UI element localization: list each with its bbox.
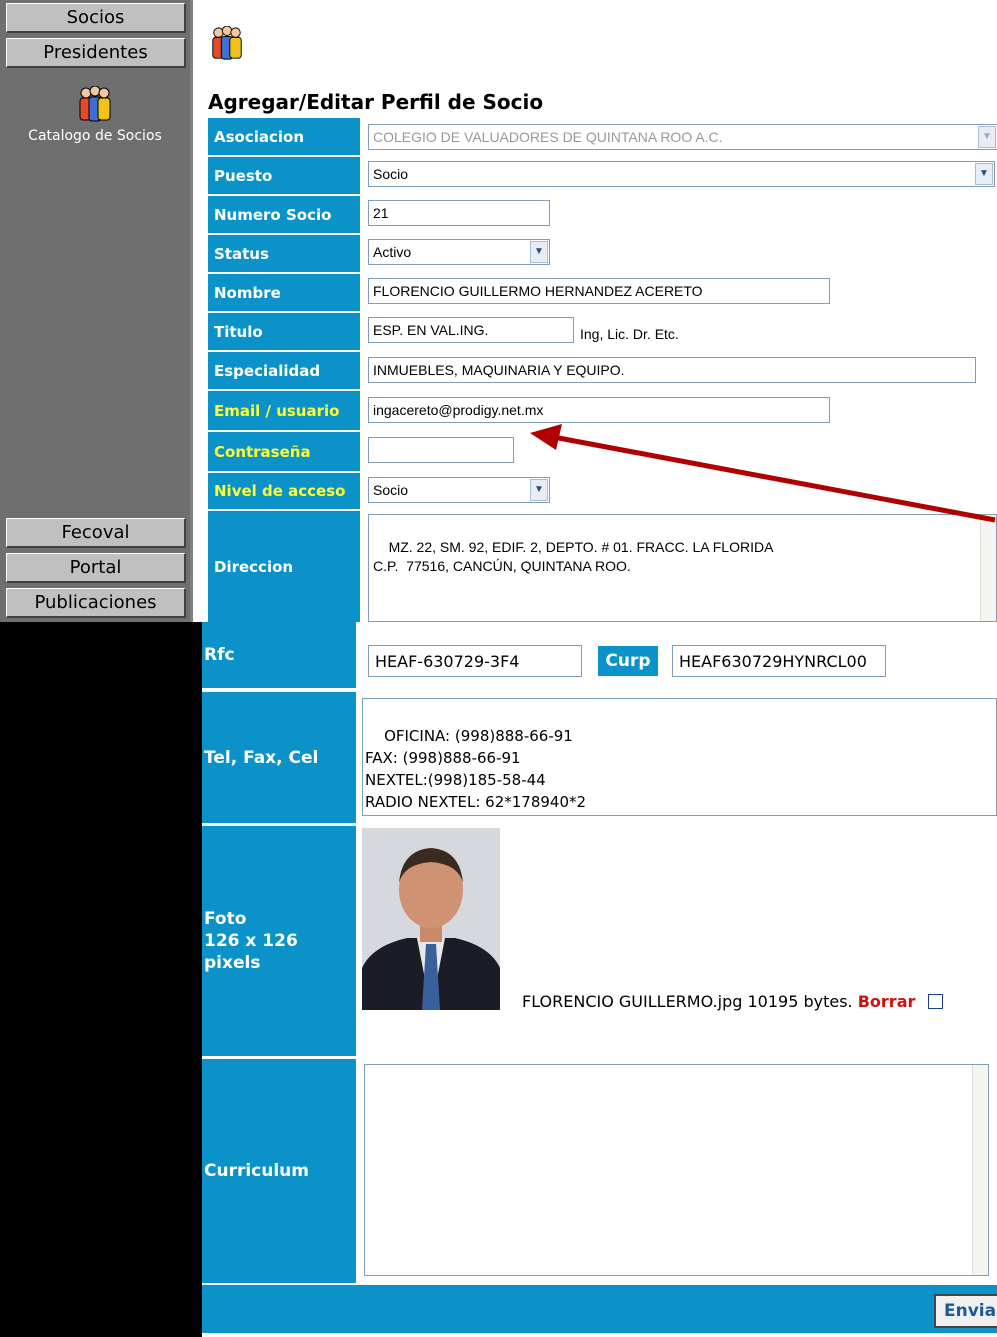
nav-button-presidentes[interactable]: Presidentes bbox=[6, 38, 186, 68]
label-especialidad: Especialidad bbox=[208, 352, 360, 389]
profile-form-bottom: Rfc HEAF-630729-3F4 Curp HEAF630729HYNRC… bbox=[202, 622, 997, 1337]
textarea-scrollbar[interactable] bbox=[972, 1065, 988, 1275]
textarea-scrollbar[interactable] bbox=[980, 515, 996, 621]
frame-divider bbox=[190, 0, 202, 622]
chevron-down-icon: ▼ bbox=[975, 163, 993, 185]
label-asociacion: Asociacion bbox=[208, 118, 360, 155]
titulo-hint: Ing, Lic. Dr. Etc. bbox=[580, 326, 679, 342]
annotation-arrow bbox=[530, 424, 996, 523]
label-puesto: Puesto bbox=[208, 157, 360, 194]
nav-button-socios[interactable]: Socios bbox=[6, 3, 186, 33]
titulo-input[interactable]: ESP. EN VAL.ING. bbox=[368, 317, 574, 343]
label-numero-socio: Numero Socio bbox=[208, 196, 360, 233]
puesto-select[interactable]: Socio ▼ bbox=[368, 161, 995, 187]
nav-button-fecoval[interactable]: Fecoval bbox=[6, 518, 186, 548]
direccion-textarea[interactable]: MZ. 22, SM. 92, EDIF. 2, DEPTO. # 01. FR… bbox=[368, 514, 997, 622]
tel-textarea[interactable]: OFICINA: (998)888-66-91 FAX: (998)888-66… bbox=[362, 698, 997, 816]
nivel-acceso-value: Socio bbox=[373, 482, 409, 498]
photo-file-name: FLORENCIO GUILLERMO.jpg 10195 bytes. bbox=[522, 992, 853, 1011]
submit-button[interactable]: Envia bbox=[934, 1294, 997, 1328]
status-select[interactable]: Activo ▼ bbox=[368, 239, 550, 265]
delete-photo-checkbox[interactable] bbox=[928, 994, 944, 1009]
users-icon bbox=[212, 26, 242, 60]
label-direccion: Direccion bbox=[208, 511, 360, 622]
page-title: Agregar/Editar Perfil de Socio bbox=[208, 90, 544, 114]
curp-label: Curp bbox=[598, 646, 658, 676]
label-email: Email / usuario bbox=[208, 391, 360, 430]
label-nombre: Nombre bbox=[208, 274, 360, 311]
label-contrasena: Contraseña bbox=[208, 432, 360, 471]
person-portrait-icon bbox=[362, 828, 500, 1010]
nombre-input[interactable]: FLORENCIO GUILLERMO HERNANDEZ ACERETO bbox=[368, 278, 830, 304]
label-rfc: Rfc bbox=[202, 622, 356, 688]
label-foto: Foto 126 x 126 pixels bbox=[202, 826, 356, 1056]
label-titulo: Titulo bbox=[208, 313, 360, 350]
label-nivel-acceso: Nivel de acceso bbox=[208, 473, 360, 509]
asociacion-select[interactable]: COLEGIO DE VALUADORES DE QUINTANA ROO A.… bbox=[368, 124, 997, 150]
chevron-down-icon: ▼ bbox=[978, 126, 996, 148]
status-value: Activo bbox=[373, 244, 412, 260]
especialidad-input[interactable]: INMUEBLES, MAQUINARIA Y EQUIPO. bbox=[368, 357, 976, 383]
curriculum-textarea[interactable] bbox=[364, 1064, 989, 1276]
catalog-link[interactable]: Catalogo de Socios bbox=[0, 86, 190, 144]
users-icon bbox=[79, 86, 111, 122]
tel-value: OFICINA: (998)888-66-91 FAX: (998)888-66… bbox=[365, 727, 587, 811]
nav-button-publicaciones[interactable]: Publicaciones bbox=[6, 588, 186, 618]
curp-input[interactable]: HEAF630729HYNRCL00 bbox=[672, 645, 886, 677]
delete-photo-label: Borrar bbox=[857, 992, 916, 1011]
rfc-input[interactable]: HEAF-630729-3F4 bbox=[368, 645, 582, 677]
password-input[interactable] bbox=[368, 437, 514, 463]
photo-file-info: FLORENCIO GUILLERMO.jpg 10195 bytes. Bor… bbox=[522, 992, 944, 1011]
form-footer-bar bbox=[202, 1285, 997, 1333]
profile-photo bbox=[362, 828, 500, 1010]
nav-button-portal[interactable]: Portal bbox=[6, 553, 186, 583]
label-tel: Tel, Fax, Cel bbox=[202, 692, 356, 823]
direccion-value: MZ. 22, SM. 92, EDIF. 2, DEPTO. # 01. FR… bbox=[373, 539, 774, 574]
label-curriculum: Curriculum bbox=[202, 1059, 356, 1283]
puesto-value: Socio bbox=[373, 166, 409, 182]
numero-socio-input[interactable]: 21 bbox=[368, 200, 550, 226]
label-status: Status bbox=[208, 235, 360, 272]
catalog-link-label: Catalogo de Socios bbox=[28, 128, 162, 144]
chevron-down-icon: ▼ bbox=[530, 241, 548, 263]
asociacion-value: COLEGIO DE VALUADORES DE QUINTANA ROO A.… bbox=[373, 129, 723, 145]
sidebar: Socios Presidentes Catalogo de Socios Fe… bbox=[0, 0, 190, 622]
